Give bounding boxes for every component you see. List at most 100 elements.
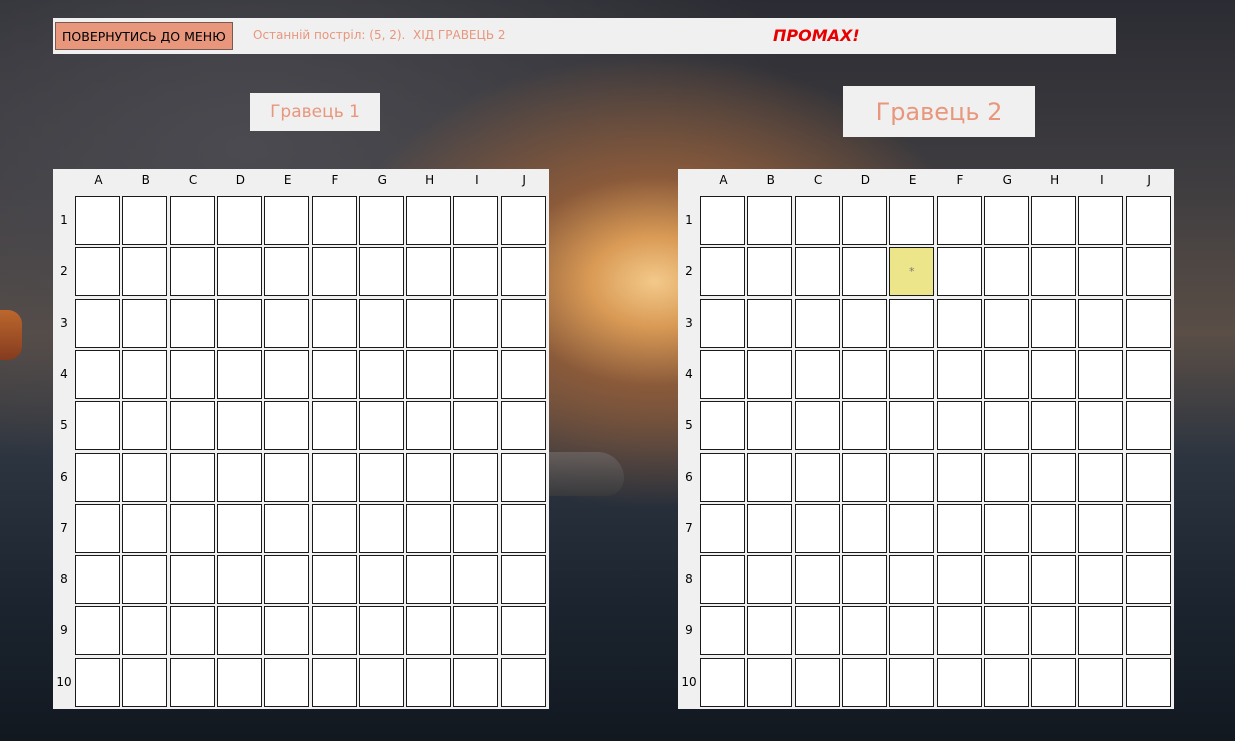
board-cell[interactable]	[500, 196, 546, 245]
back-to-menu-button[interactable]: ПОВЕРНУТИСЬ ДО МЕНЮ	[55, 22, 233, 50]
board-cell[interactable]	[794, 247, 840, 297]
board-cell[interactable]	[841, 196, 887, 245]
board-cell[interactable]	[747, 657, 793, 707]
board-cell[interactable]	[500, 452, 546, 502]
board-cell[interactable]	[936, 452, 982, 502]
board-cell[interactable]	[747, 247, 793, 297]
board-cell[interactable]	[311, 555, 357, 605]
board-cell[interactable]	[264, 247, 310, 297]
board-cell[interactable]	[311, 503, 357, 553]
board-cell[interactable]	[358, 657, 404, 707]
board-cell[interactable]	[122, 657, 168, 707]
board-cell[interactable]	[453, 657, 499, 707]
board-cell[interactable]	[216, 401, 262, 451]
board-cell[interactable]	[75, 452, 120, 502]
board-cell-miss[interactable]: *	[889, 247, 935, 297]
board-cell[interactable]	[500, 401, 546, 451]
board-cell[interactable]	[936, 196, 982, 245]
board-cell[interactable]	[1125, 401, 1171, 451]
board-cell[interactable]	[406, 503, 452, 553]
board-cell[interactable]	[406, 657, 452, 707]
board-cell[interactable]	[169, 606, 215, 656]
board-cell[interactable]	[700, 606, 745, 656]
board-cell[interactable]	[700, 247, 745, 297]
board-cell[interactable]	[1031, 657, 1077, 707]
board-cell[interactable]	[794, 401, 840, 451]
board-cell[interactable]	[700, 555, 745, 605]
board-cell[interactable]	[841, 657, 887, 707]
board-cell[interactable]	[75, 606, 120, 656]
board-cell[interactable]	[122, 555, 168, 605]
board-cell[interactable]	[264, 606, 310, 656]
board-cell[interactable]	[1031, 503, 1077, 553]
board-cell[interactable]	[311, 196, 357, 245]
board-cell[interactable]	[358, 349, 404, 399]
board-cell[interactable]	[216, 298, 262, 348]
board-cell[interactable]	[841, 349, 887, 399]
board-cell[interactable]	[1078, 555, 1124, 605]
board-cell[interactable]	[936, 298, 982, 348]
board-cell[interactable]	[169, 196, 215, 245]
board-cell[interactable]	[264, 555, 310, 605]
board-cell[interactable]	[500, 349, 546, 399]
board-cell[interactable]	[169, 657, 215, 707]
board-cell[interactable]	[841, 503, 887, 553]
board-cell[interactable]	[983, 555, 1029, 605]
board-cell[interactable]	[1125, 298, 1171, 348]
board-cell[interactable]	[406, 452, 452, 502]
board-cell[interactable]	[747, 503, 793, 553]
board-cell[interactable]	[936, 349, 982, 399]
board-cell[interactable]	[122, 401, 168, 451]
board-cell[interactable]	[794, 555, 840, 605]
board-cell[interactable]	[122, 503, 168, 553]
board-cell[interactable]	[75, 503, 120, 553]
board-cell[interactable]	[1031, 247, 1077, 297]
board-cell[interactable]	[1078, 298, 1124, 348]
board-cell[interactable]	[358, 452, 404, 502]
board-cell[interactable]	[264, 196, 310, 245]
board-cell[interactable]	[1125, 196, 1171, 245]
board-cell[interactable]	[406, 401, 452, 451]
board-cell[interactable]	[1125, 247, 1171, 297]
board-cell[interactable]	[122, 606, 168, 656]
board-cell[interactable]	[453, 503, 499, 553]
board-cell[interactable]	[936, 401, 982, 451]
board-cell[interactable]	[122, 247, 168, 297]
board-cell[interactable]	[122, 298, 168, 348]
board-cell[interactable]	[700, 349, 745, 399]
board-cell[interactable]	[889, 196, 935, 245]
board-cell[interactable]	[358, 247, 404, 297]
board-cell[interactable]	[453, 452, 499, 502]
board-cell[interactable]	[1078, 657, 1124, 707]
board-cell[interactable]	[1031, 555, 1077, 605]
board-cell[interactable]	[406, 555, 452, 605]
board-cell[interactable]	[169, 298, 215, 348]
board-cell[interactable]	[169, 555, 215, 605]
board-cell[interactable]	[311, 349, 357, 399]
board-cell[interactable]	[794, 452, 840, 502]
board-cell[interactable]	[453, 401, 499, 451]
board-cell[interactable]	[264, 349, 310, 399]
board-cell[interactable]	[936, 503, 982, 553]
board-cell[interactable]	[1078, 196, 1124, 245]
board-cell[interactable]	[889, 503, 935, 553]
board-cell[interactable]	[983, 298, 1029, 348]
board-cell[interactable]	[841, 606, 887, 656]
board-cell[interactable]	[216, 196, 262, 245]
board-cell[interactable]	[264, 401, 310, 451]
board-cell[interactable]	[358, 401, 404, 451]
board-cell[interactable]	[500, 555, 546, 605]
board-cell[interactable]	[216, 247, 262, 297]
board-cell[interactable]	[216, 657, 262, 707]
board-cell[interactable]	[75, 247, 120, 297]
board-cell[interactable]	[264, 298, 310, 348]
board-cell[interactable]	[1125, 349, 1171, 399]
board-cell[interactable]	[311, 606, 357, 656]
board-cell[interactable]	[936, 657, 982, 707]
board-cell[interactable]	[75, 401, 120, 451]
board-cell[interactable]	[889, 401, 935, 451]
board-cell[interactable]	[700, 401, 745, 451]
board-cell[interactable]	[983, 657, 1029, 707]
board-cell[interactable]	[841, 247, 887, 297]
board-cell[interactable]	[700, 196, 745, 245]
